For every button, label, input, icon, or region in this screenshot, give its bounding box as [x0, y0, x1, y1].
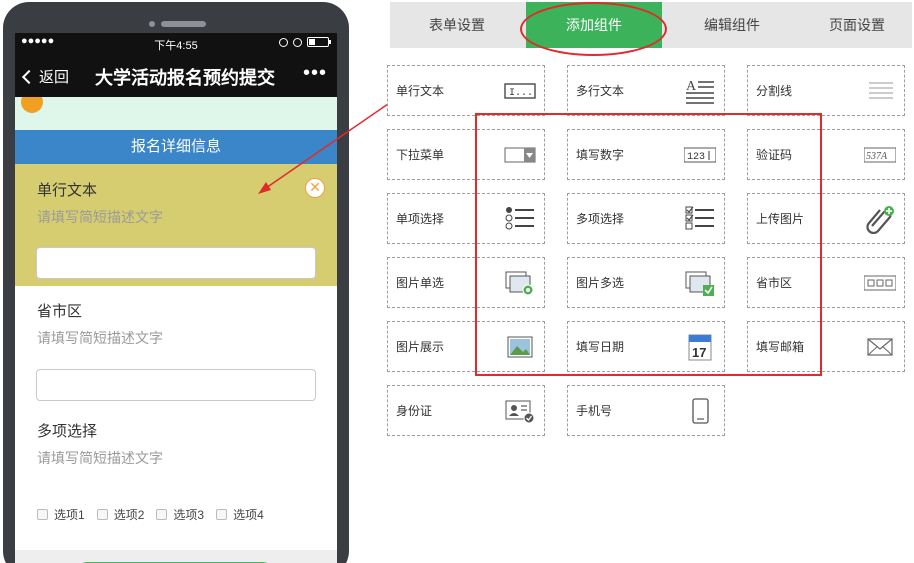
- component-label: 身份证: [396, 404, 433, 418]
- divider-icon: [869, 82, 893, 99]
- svg-text:537A: 537A: [866, 151, 888, 162]
- single-line-input[interactable]: [36, 247, 316, 279]
- paperclip-icon: [866, 206, 894, 234]
- option-label: 选项4: [233, 508, 264, 522]
- tab-form-settings[interactable]: 表单设置: [390, 2, 524, 48]
- checkbox[interactable]: [156, 509, 168, 520]
- component-mobile[interactable]: 手机号: [567, 385, 725, 436]
- captcha-icon: 537A: [864, 147, 896, 163]
- component-label: 单行文本: [396, 84, 445, 98]
- checkbox[interactable]: [216, 509, 228, 520]
- component-label: 多行文本: [576, 84, 625, 98]
- field-title: 省市区: [37, 303, 83, 320]
- envelope-icon: [867, 338, 893, 356]
- nav-bar: 返回 大学活动报名预约提交 •••: [15, 53, 337, 97]
- component-single-line-text[interactable]: 单行文本 I...: [387, 65, 545, 116]
- field-description: 请填写简短描述文字: [37, 330, 163, 346]
- checkbox-option[interactable]: 选项2: [96, 506, 145, 523]
- status-icons: [279, 37, 331, 47]
- form-field-single-line-selected[interactable]: 单行文本 请填写简短描述文字 ✕: [15, 164, 337, 286]
- annotation-highlight-ellipse: [520, 2, 667, 56]
- checkbox-option[interactable]: 选项4: [216, 506, 264, 523]
- checkbox[interactable]: [96, 509, 108, 520]
- checkbox-option[interactable]: 选项3: [156, 506, 204, 523]
- single-line-text-icon: I...: [504, 83, 536, 99]
- back-button[interactable]: 返回: [21, 66, 70, 87]
- phone-screen: ●●●●● 下午4:55 返回 大学活动报名预约提交 ••• 报名详细信息 单行…: [15, 33, 337, 563]
- chevron-left-icon: [21, 69, 37, 84]
- checkbox[interactable]: [37, 509, 48, 520]
- bottom-bar: [15, 550, 337, 563]
- option-label: 选项1: [54, 508, 85, 522]
- annotation-highlight-box: [475, 113, 822, 376]
- section-header: 报名详细信息: [15, 130, 337, 164]
- component-label: 下拉菜单: [396, 148, 445, 162]
- form-field-region[interactable]: 省市区 请填写简短描述文字: [15, 286, 337, 406]
- status-bar: ●●●●● 下午4:55: [15, 33, 337, 53]
- component-label: 手机号: [576, 404, 613, 418]
- field-description: 请填写简短描述文字: [37, 209, 163, 225]
- tab-page-settings[interactable]: 页面设置: [802, 2, 912, 48]
- svg-text:A: A: [686, 79, 697, 94]
- scrolled-content-strip: [15, 97, 337, 130]
- form-field-multi-choice[interactable]: 多项选择 请填写简短描述文字 选项1 选项2 选项3 选项4: [15, 406, 337, 556]
- option-label: 选项2: [113, 508, 145, 522]
- alarm-icon: [293, 37, 302, 47]
- phone-camera: [149, 21, 155, 27]
- checkbox-options: 选项1 选项2 选项3 选项4: [37, 506, 276, 523]
- svg-text:I...: I...: [509, 88, 533, 99]
- checkbox-option[interactable]: 选项1: [37, 506, 85, 523]
- component-divider[interactable]: 分割线: [747, 65, 905, 116]
- component-multi-line-text[interactable]: 多行文本 A: [567, 65, 725, 116]
- component-label: 图片单选: [396, 276, 445, 290]
- rotation-lock-icon: [279, 37, 288, 47]
- avatar: [21, 97, 43, 113]
- component-id-card[interactable]: 身份证: [387, 385, 545, 436]
- field-title: 单行文本: [37, 182, 98, 199]
- region-selector-icon: [864, 275, 896, 291]
- mobile-phone-icon: [692, 398, 709, 424]
- battery-icon: [307, 37, 331, 47]
- component-label: 单项选择: [396, 212, 445, 226]
- phone-speaker: [161, 21, 206, 27]
- phone-preview: ●●●●● 下午4:55 返回 大学活动报名预约提交 ••• 报名详细信息 单行…: [3, 2, 349, 563]
- back-label: 返回: [39, 69, 70, 86]
- component-label: 分割线: [756, 84, 793, 98]
- page-title: 大学活动报名预约提交: [95, 68, 275, 88]
- more-menu-button[interactable]: •••: [303, 62, 327, 85]
- field-description: 请填写简短描述文字: [37, 450, 163, 466]
- id-card-icon: [505, 400, 535, 424]
- delete-field-button[interactable]: ✕: [305, 178, 325, 198]
- field-title: 多项选择: [37, 423, 98, 440]
- multi-line-text-icon: A: [686, 79, 714, 104]
- tab-edit-component[interactable]: 编辑组件: [664, 2, 800, 48]
- region-input[interactable]: [36, 369, 316, 401]
- option-label: 选项3: [173, 508, 205, 522]
- component-label: 图片展示: [396, 340, 445, 354]
